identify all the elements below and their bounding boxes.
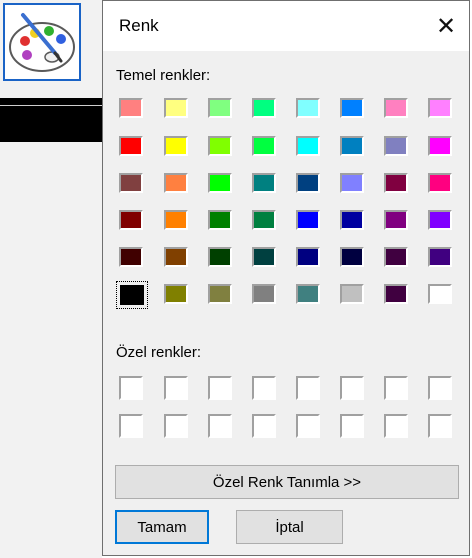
custom-color-swatch-1-3[interactable] — [208, 376, 232, 400]
background-window — [0, 0, 102, 558]
custom-color-swatch-2-2[interactable] — [164, 414, 188, 438]
custom-color-swatch-1-4[interactable] — [252, 376, 276, 400]
basic-color-swatch-6-1[interactable] — [116, 281, 148, 309]
custom-color-swatch-1-8[interactable] — [428, 376, 452, 400]
basic-color-swatch-3-3[interactable] — [208, 173, 232, 193]
paint-palette-icon[interactable] — [3, 3, 81, 81]
basic-color-swatch-2-3[interactable] — [208, 136, 232, 156]
dialog-title: Renk — [119, 16, 159, 35]
custom-colors-label: Özel renkler: — [116, 344, 202, 361]
custom-color-swatch-1-2[interactable] — [164, 376, 188, 400]
basic-color-swatch-1-7[interactable] — [384, 98, 408, 118]
close-icon[interactable]: ✕ — [429, 9, 463, 43]
basic-color-swatch-3-8[interactable] — [428, 173, 452, 193]
custom-color-swatch-1-5[interactable] — [296, 376, 320, 400]
custom-color-swatch-2-8[interactable] — [428, 414, 452, 438]
basic-color-swatch-1-4[interactable] — [252, 98, 276, 118]
basic-color-swatch-1-5[interactable] — [296, 98, 320, 118]
custom-color-swatch-1-1[interactable] — [119, 376, 143, 400]
basic-color-swatch-6-2[interactable] — [164, 284, 188, 304]
basic-color-swatch-6-4[interactable] — [252, 284, 276, 304]
basic-color-swatch-6-6[interactable] — [340, 284, 364, 304]
basic-color-swatch-4-7[interactable] — [384, 210, 408, 230]
basic-colors-label: Temel renkler: — [116, 67, 211, 84]
basic-color-swatch-4-8[interactable] — [428, 210, 452, 230]
basic-color-swatch-6-3[interactable] — [208, 284, 232, 304]
basic-color-swatch-1-2[interactable] — [164, 98, 188, 118]
basic-color-swatch-4-5[interactable] — [296, 210, 320, 230]
custom-color-swatch-2-3[interactable] — [208, 414, 232, 438]
basic-color-swatch-4-2[interactable] — [164, 210, 188, 230]
basic-color-swatch-4-1[interactable] — [119, 210, 143, 230]
basic-color-swatch-1-1[interactable] — [119, 98, 143, 118]
define-custom-colors-button[interactable]: Özel Renk Tanımla >> — [115, 465, 459, 499]
ok-button[interactable]: Tamam — [115, 510, 209, 544]
background-divider — [0, 105, 102, 106]
basic-color-swatch-3-1[interactable] — [119, 173, 143, 193]
custom-color-swatch-2-1[interactable] — [119, 414, 143, 438]
custom-color-swatch-2-6[interactable] — [340, 414, 364, 438]
basic-color-swatch-4-6[interactable] — [340, 210, 364, 230]
custom-color-swatch-1-6[interactable] — [340, 376, 364, 400]
basic-color-swatch-1-8[interactable] — [428, 98, 452, 118]
cancel-button[interactable]: İptal — [236, 510, 343, 544]
basic-color-swatch-3-6[interactable] — [340, 173, 364, 193]
custom-color-swatch-2-4[interactable] — [252, 414, 276, 438]
basic-color-swatch-3-2[interactable] — [164, 173, 188, 193]
custom-color-swatch-2-5[interactable] — [296, 414, 320, 438]
basic-color-swatch-6-5[interactable] — [296, 284, 320, 304]
basic-color-swatch-5-2[interactable] — [164, 247, 188, 267]
basic-color-swatch-5-5[interactable] — [296, 247, 320, 267]
basic-color-swatch-2-6[interactable] — [340, 136, 364, 156]
basic-color-swatch-2-4[interactable] — [252, 136, 276, 156]
basic-color-swatch-4-3[interactable] — [208, 210, 232, 230]
basic-color-swatch-2-8[interactable] — [428, 136, 452, 156]
basic-color-swatch-3-5[interactable] — [296, 173, 320, 193]
basic-color-swatch-5-3[interactable] — [208, 247, 232, 267]
basic-color-swatch-3-4[interactable] — [252, 173, 276, 193]
basic-color-swatch-4-4[interactable] — [252, 210, 276, 230]
basic-color-swatch-3-7[interactable] — [384, 173, 408, 193]
basic-color-swatch-2-7[interactable] — [384, 136, 408, 156]
basic-color-swatch-2-1[interactable] — [119, 136, 143, 156]
basic-color-swatch-1-6[interactable] — [340, 98, 364, 118]
color-dialog: Renk ✕ Temel renkler: Özel renkler: Özel… — [102, 0, 470, 556]
basic-color-swatch-5-7[interactable] — [384, 247, 408, 267]
custom-color-swatch-1-7[interactable] — [384, 376, 408, 400]
basic-color-swatch-5-6[interactable] — [340, 247, 364, 267]
basic-color-swatch-6-7[interactable] — [384, 284, 408, 304]
title-bar: Renk ✕ — [103, 1, 469, 51]
basic-color-swatch-5-4[interactable] — [252, 247, 276, 267]
basic-color-swatch-5-8[interactable] — [428, 247, 452, 267]
basic-color-swatch-2-5[interactable] — [296, 136, 320, 156]
basic-color-swatch-2-2[interactable] — [164, 136, 188, 156]
basic-color-swatch-1-3[interactable] — [208, 98, 232, 118]
basic-color-swatch-5-1[interactable] — [119, 247, 143, 267]
custom-color-swatch-2-7[interactable] — [384, 414, 408, 438]
basic-color-swatch-6-8[interactable] — [428, 284, 452, 304]
